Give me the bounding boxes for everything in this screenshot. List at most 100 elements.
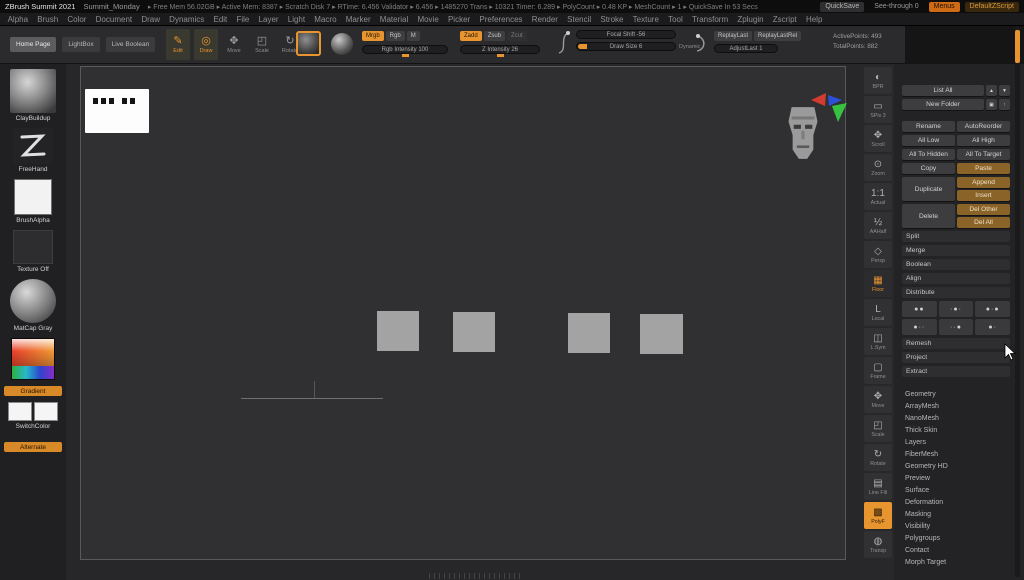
rightshelf-button[interactable]: ▤ Line Fill xyxy=(864,473,892,500)
list-all-button[interactable]: List All xyxy=(902,85,984,96)
paint-mode-button[interactable]: Mrgb xyxy=(362,31,384,41)
subtool-button[interactable]: All To Target xyxy=(957,149,1010,160)
transform-mode-button[interactable]: ✥ Move xyxy=(222,29,246,60)
rightshelf-button[interactable]: L Local xyxy=(864,299,892,326)
current-stroke-thumbnail[interactable] xyxy=(13,128,53,164)
delete-button[interactable]: Delete xyxy=(902,204,955,228)
menu-item[interactable]: Layer xyxy=(254,15,283,24)
subtool-group-header[interactable]: Boolean xyxy=(902,259,1010,270)
rightshelf-button[interactable]: ◰ Scale xyxy=(864,415,892,442)
del-all-button[interactable]: Del All xyxy=(957,217,1010,228)
menu-item[interactable]: Zplugin xyxy=(733,15,768,24)
subtool-button[interactable]: All Low xyxy=(902,135,955,146)
subtool-group-header[interactable]: Align xyxy=(902,273,1010,284)
transform-mode-button[interactable]: ◎ Draw xyxy=(194,29,218,60)
subtool-group-header[interactable]: Split xyxy=(902,231,1010,242)
subtool-up-button[interactable]: ▲ xyxy=(986,85,997,96)
menu-item[interactable]: Draw xyxy=(137,15,165,24)
tool-subpalette-header[interactable]: Preview xyxy=(902,472,1010,484)
sculpt-mode-button[interactable]: Zadd xyxy=(460,31,482,41)
rightshelf-button[interactable]: ↻ Rotate xyxy=(864,444,892,471)
tool-subpalette-header[interactable]: Visibility xyxy=(902,520,1010,532)
distribute-icon-button[interactable]: ··● xyxy=(939,319,974,335)
color-hue-strip[interactable] xyxy=(12,366,54,379)
current-tool-preview[interactable] xyxy=(782,104,824,162)
titlebar-action-button[interactable]: See-through 0 xyxy=(869,2,923,12)
menu-item[interactable]: Marker xyxy=(341,15,375,24)
menu-item[interactable]: Render xyxy=(527,15,562,24)
subtool-button[interactable]: Rename xyxy=(902,121,955,132)
rightshelf-button[interactable]: 1:1 Actual xyxy=(864,183,892,210)
folder-icon-button[interactable]: ▣ xyxy=(986,99,997,110)
subtool-group-header[interactable]: Project xyxy=(902,352,1010,363)
duplicate-button[interactable]: Duplicate xyxy=(902,177,955,201)
menu-item[interactable]: Tool xyxy=(664,15,688,24)
paint-mode-button[interactable]: Rgb xyxy=(386,31,405,41)
alternate-button[interactable]: Alternate xyxy=(4,442,62,452)
distribute-icon-button[interactable]: ●● xyxy=(902,301,937,317)
rightshelf-button[interactable]: ▢ Frame xyxy=(864,357,892,384)
tool-subpalette-header[interactable]: Morph Target xyxy=(902,556,1010,568)
mesh-cube[interactable] xyxy=(453,312,495,352)
subtool-button[interactable]: All High xyxy=(957,135,1010,146)
titlebar-action-button[interactable]: DefaultZScript xyxy=(965,2,1019,12)
current-alpha-thumbnail[interactable] xyxy=(14,179,52,215)
tool-subpalette-header[interactable]: Masking xyxy=(902,508,1010,520)
rightshelf-button[interactable]: ½ AAHalf xyxy=(864,212,892,239)
subtool-group-header[interactable]: Merge xyxy=(902,245,1010,256)
menu-item[interactable]: Color xyxy=(63,15,91,24)
main-color-swatch[interactable] xyxy=(8,402,32,421)
transform-mode-button[interactable]: ◰ Scale xyxy=(250,29,274,60)
distribute-header[interactable]: Distribute xyxy=(902,287,1010,298)
document-area[interactable] xyxy=(80,66,846,560)
append-button[interactable]: Append xyxy=(957,177,1010,188)
tool-subpalette-header[interactable]: Surface xyxy=(902,484,1010,496)
slider-handle[interactable] xyxy=(402,54,409,57)
rightshelf-button[interactable]: ▦ Floor xyxy=(864,270,892,297)
menu-item[interactable]: Zscript xyxy=(768,15,801,24)
insert-button[interactable]: Insert xyxy=(957,190,1010,201)
subtool-button[interactable]: Copy xyxy=(902,163,955,174)
subtool-button[interactable]: AutoReorder xyxy=(957,121,1010,132)
tool-subpalette-header[interactable]: Deformation xyxy=(902,496,1010,508)
rightshelf-button[interactable]: ⊙ Zoom xyxy=(864,154,892,181)
tool-subpalette-header[interactable]: Layers xyxy=(902,436,1010,448)
menu-item[interactable]: Macro xyxy=(310,15,341,24)
rightshelf-button[interactable]: ✥ Move xyxy=(864,386,892,413)
subtool-group-header[interactable]: Remesh xyxy=(902,338,1010,349)
menu-item[interactable]: Texture xyxy=(628,15,663,24)
menu-item[interactable]: Document xyxy=(91,15,137,24)
menu-item[interactable]: Light xyxy=(283,15,310,24)
current-material-sphere[interactable] xyxy=(331,33,353,55)
menu-item[interactable]: Dynamics xyxy=(165,15,209,24)
rightshelf-button[interactable]: ✥ Scroll xyxy=(864,125,892,152)
current-brush-thumbnail[interactable] xyxy=(296,31,321,56)
rightshelf-button[interactable]: ▭ SPix 3 xyxy=(864,96,892,123)
color-picker[interactable] xyxy=(11,338,55,380)
menu-item[interactable]: Material xyxy=(375,15,413,24)
mesh-cube[interactable] xyxy=(377,311,419,351)
tool-subpalette-header[interactable]: NanoMesh xyxy=(902,412,1010,424)
menu-item[interactable]: Alpha xyxy=(3,15,33,24)
current-brush-large[interactable] xyxy=(10,69,56,113)
subtool-button[interactable]: All To Hidden xyxy=(902,149,955,160)
slider-handle[interactable] xyxy=(497,54,504,57)
tool-subpalette-header[interactable]: ArrayMesh xyxy=(902,400,1010,412)
tool-subpalette-header[interactable]: Geometry xyxy=(902,388,1010,400)
subtool-group-header[interactable]: Extract xyxy=(902,366,1010,377)
menu-item[interactable]: Brush xyxy=(33,15,63,24)
menu-item[interactable]: Stencil xyxy=(563,15,596,24)
current-material-thumbnail[interactable] xyxy=(10,279,56,323)
mesh-cube[interactable] xyxy=(568,313,610,353)
gradient-button[interactable]: Gradient xyxy=(4,386,62,396)
distribute-icon-button[interactable]: ●·· xyxy=(902,319,937,335)
menu-item[interactable]: File xyxy=(232,15,254,24)
shelf-nav-button[interactable]: Live Boolean xyxy=(106,37,156,52)
sculpt-mode-button[interactable]: Zsub xyxy=(484,31,505,41)
shelf-nav-button[interactable]: LightBox xyxy=(62,37,99,52)
distribute-icon-button[interactable]: ·●· xyxy=(939,301,974,317)
rightshelf-button[interactable]: ▩ PolyF xyxy=(864,502,892,529)
tool-subpalette-header[interactable]: Contact xyxy=(902,544,1010,556)
draw-size-slider[interactable]: Draw Size 6 xyxy=(576,42,676,51)
menu-item[interactable]: Stroke xyxy=(596,15,628,24)
